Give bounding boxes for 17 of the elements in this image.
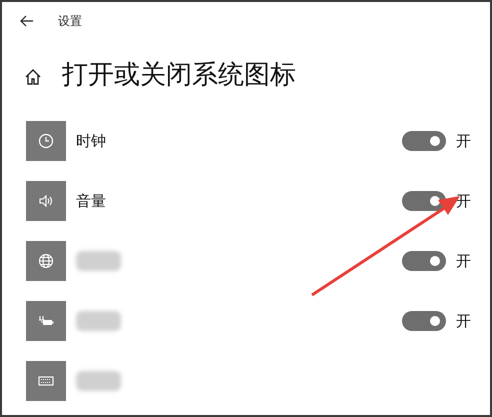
window-title: 设置 xyxy=(58,13,82,30)
globe-icon xyxy=(37,252,55,270)
toggle-switch[interactable] xyxy=(402,131,446,151)
home-icon[interactable] xyxy=(24,68,42,86)
speaker-icon xyxy=(37,192,55,210)
toggle-switch[interactable] xyxy=(402,311,446,331)
item-label: 音量 xyxy=(76,190,106,212)
toggle-state: 开 xyxy=(456,130,472,152)
toggle-state: 开 xyxy=(456,190,472,212)
item-label: 时钟 xyxy=(76,130,106,152)
toggle-state: 开 xyxy=(456,250,472,272)
clock-icon xyxy=(37,132,55,150)
page-heading: 打开或关闭系统图标 xyxy=(62,62,296,88)
back-icon[interactable] xyxy=(20,15,34,27)
toggle-state: 开 xyxy=(456,310,472,332)
toggle-switch[interactable] xyxy=(402,251,446,271)
toggle-switch[interactable] xyxy=(402,191,446,211)
